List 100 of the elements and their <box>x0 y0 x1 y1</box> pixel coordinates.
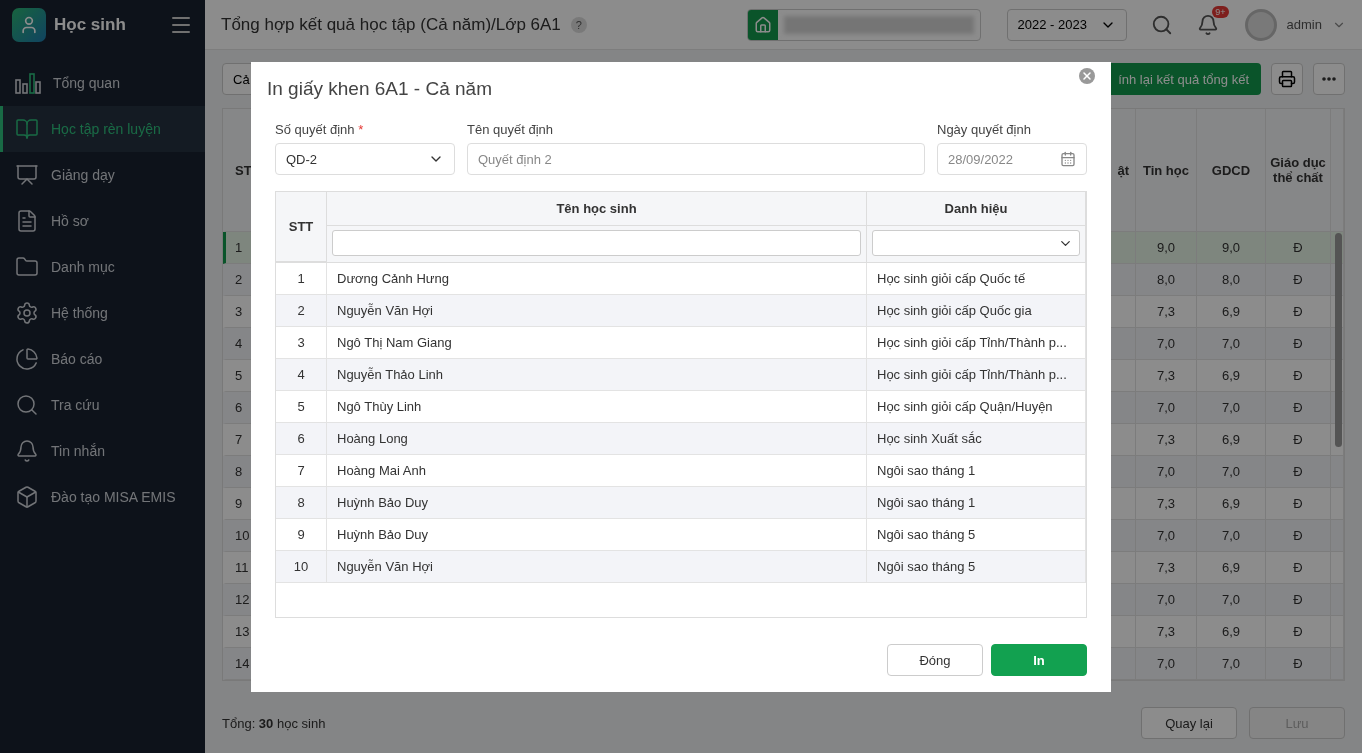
table-cell: 6,9 <box>1197 296 1266 327</box>
table-cell: 5 <box>276 391 327 422</box>
sidebar-item-label: Hệ thống <box>51 305 108 321</box>
table-cell: Huỳnh Bảo Duy <box>327 487 867 518</box>
table-cell: 6 <box>276 423 327 454</box>
print-button[interactable]: In <box>991 644 1087 676</box>
print-button[interactable] <box>1271 63 1303 95</box>
sidebar-item[interactable]: Báo cáo <box>0 336 205 382</box>
table-cell: 7,0 <box>1136 520 1197 551</box>
column-header: Tên học sinh <box>327 192 867 226</box>
calendar-icon <box>1060 151 1076 167</box>
sidebar-item[interactable]: Hệ thống <box>0 290 205 336</box>
decision-select[interactable]: QD-2 <box>275 143 455 175</box>
table-cell: 7,3 <box>1136 424 1197 455</box>
table-cell: 9,0 <box>1136 232 1197 263</box>
total-count: Tổng: 30 học sinh <box>222 715 327 731</box>
user-name[interactable]: admin <box>1286 17 1322 32</box>
table-cell: 6,9 <box>1197 360 1266 391</box>
table-cell: 7,3 <box>1136 616 1197 647</box>
table-cell: Hoàng Mai Anh <box>327 455 867 486</box>
close-icon <box>1081 70 1093 82</box>
table-cell: 7,0 <box>1136 328 1197 359</box>
table-cell: 7,3 <box>1136 488 1197 519</box>
sidebar-item[interactable]: Đào tạo MISA EMIS <box>0 474 205 520</box>
input-field[interactable]: Quyết định 2 <box>467 143 925 175</box>
search-icon <box>15 393 39 417</box>
close-dialog-button[interactable]: Đóng <box>887 644 983 676</box>
field-label: Số quyết định <box>275 122 355 137</box>
sidebar-item[interactable]: Danh mục <box>0 244 205 290</box>
table-cell: Ngôi sao tháng 1 <box>867 487 1086 518</box>
year-select[interactable]: 2022 - 2023 <box>1006 8 1127 41</box>
table-cell: 7,0 <box>1197 648 1266 679</box>
box-icon <box>15 485 39 509</box>
field-label: Tên quyết định <box>467 122 553 137</box>
table-cell: Đ <box>1266 360 1331 391</box>
search-icon[interactable] <box>1150 13 1173 36</box>
table-cell: 7 <box>276 455 327 486</box>
more-button[interactable] <box>1313 63 1345 95</box>
page-title: Tổng hợp kết quả học tập (Cả năm)/Lớp 6A1 <box>221 14 561 35</box>
document-icon <box>15 209 39 233</box>
table-cell: Đ <box>1266 392 1331 423</box>
app-logo <box>12 8 46 42</box>
sidebar-item[interactable]: Tổng quan <box>0 60 205 106</box>
help-icon[interactable]: ? <box>570 16 587 33</box>
table-cell: Đ <box>1266 488 1331 519</box>
table-cell: 7,3 <box>1136 296 1197 327</box>
table-cell: 9 <box>276 519 327 550</box>
required-mark: * <box>357 122 364 137</box>
table-cell: Đ <box>1266 232 1331 263</box>
sidebar-item[interactable]: Giảng dạy <box>0 152 205 198</box>
field-label: Ngày quyết định <box>937 122 1031 137</box>
table-cell: 7,0 <box>1136 584 1197 615</box>
table-cell: Đ <box>1266 552 1331 583</box>
column-header: Tin học <box>1136 109 1197 231</box>
bell-icon[interactable] <box>1196 13 1219 36</box>
table-cell: 6,9 <box>1197 488 1266 519</box>
table-cell: Đ <box>1266 648 1331 679</box>
school-selector[interactable] <box>746 8 981 41</box>
pie-chart-icon <box>15 347 39 371</box>
table-cell: Đ <box>1266 296 1331 327</box>
table-cell: Ngôi sao tháng 5 <box>867 551 1086 582</box>
table-cell: 7,0 <box>1197 328 1266 359</box>
table-cell: Đ <box>1266 584 1331 615</box>
table-cell: Học sinh giỏi cấp Quận/Huyện <box>867 391 1086 422</box>
table-cell: Đ <box>1266 456 1331 487</box>
sidebar-item[interactable]: Tin nhắn <box>0 428 205 474</box>
table-cell: 6,9 <box>1197 424 1266 455</box>
sidebar-item-label: Tin nhắn <box>51 443 105 459</box>
footer-button[interactable]: Quay lại <box>1141 707 1237 739</box>
avatar[interactable] <box>1244 8 1277 41</box>
book-icon <box>15 117 39 141</box>
vertical-scrollbar[interactable] <box>1335 233 1342 447</box>
board-icon <box>15 163 39 187</box>
table-cell: 4 <box>276 359 327 390</box>
more-icon <box>1322 77 1336 81</box>
sidebar-item[interactable]: Tra cứu <box>0 382 205 428</box>
printer-icon <box>1278 70 1296 88</box>
table-cell: Ngô Thùy Linh <box>327 391 867 422</box>
settings-icon <box>15 301 39 325</box>
table-cell: 6,9 <box>1197 616 1266 647</box>
table-cell: 7,3 <box>1136 552 1197 583</box>
bar-chart-icon <box>15 72 41 94</box>
sidebar-item-label: Tra cứu <box>51 397 100 413</box>
table-cell: 10 <box>276 551 327 582</box>
table-cell: 7,0 <box>1197 584 1266 615</box>
table-cell: Ngôi sao tháng 1 <box>867 455 1086 486</box>
sidebar-item[interactable]: Học tập rèn luyện <box>0 106 205 152</box>
table-cell: Hoàng Long <box>327 423 867 454</box>
table-cell: Đ <box>1266 328 1331 359</box>
column-header: Giáo dục thể chất <box>1266 109 1331 231</box>
title-filter-select[interactable] <box>872 230 1080 256</box>
table-cell: 8 <box>276 487 327 518</box>
name-filter-field[interactable] <box>332 230 861 256</box>
sidebar-item[interactable]: Hồ sơ <box>0 198 205 244</box>
sidebar-item-label: Hồ sơ <box>51 213 89 229</box>
table-cell: Đ <box>1266 424 1331 455</box>
close-button[interactable] <box>1079 68 1095 84</box>
sidebar-item-label: Giảng dạy <box>51 167 115 183</box>
table-cell: Học sinh giỏi cấp Tỉnh/Thành p... <box>867 359 1086 390</box>
sidebar-item-label: Danh mục <box>51 259 115 275</box>
